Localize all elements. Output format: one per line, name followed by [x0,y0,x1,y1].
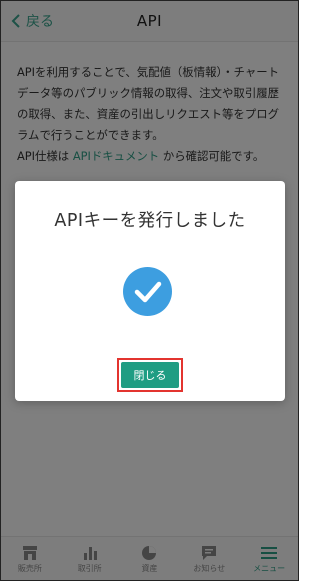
screen-border [0,0,299,581]
